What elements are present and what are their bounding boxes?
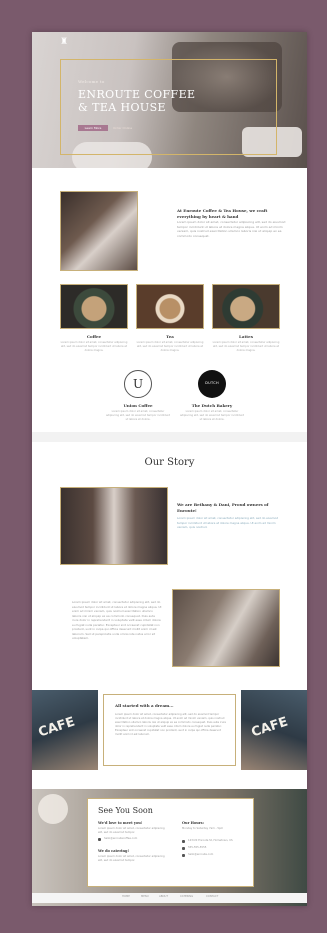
nav-home[interactable]: HOME (122, 895, 130, 898)
intro-image (60, 191, 138, 271)
story-text-2: Lorem ipsum dolor sit amet, consectetur … (72, 600, 162, 640)
product-desc: Lorem ipsum dolor sit amet, consectetur … (212, 341, 280, 352)
nav-contact[interactable]: CONTACT (206, 895, 218, 898)
espresso-photo (172, 589, 280, 667)
nav-about[interactable]: ABOUT (159, 895, 168, 898)
lamp-image (38, 794, 68, 824)
meet-text: Lorem ipsum dolor sit amet, consectetur … (98, 827, 165, 834)
union-logo-letter: U (132, 377, 144, 391)
location-icon (182, 840, 185, 843)
mail-icon (98, 838, 101, 841)
email-link[interactable]: hello@enroutecoffee.com (104, 837, 168, 841)
nav-catering[interactable]: CATERING (180, 895, 193, 898)
cafe-sign-text: CAFE (249, 714, 290, 741)
brand-name: Union Coffee (123, 403, 153, 408)
hero-title: Enroute Coffee & Tea House (78, 88, 196, 114)
brand-desc: Lorem ipsum dolor sit amet, consectetur … (179, 410, 245, 421)
brand-desc: Lorem ipsum dolor sit amet, consectetur … (105, 410, 171, 421)
dream-title: All started with a dream... (115, 703, 174, 708)
phone-icon (182, 847, 185, 850)
story-title: Our Story (144, 457, 195, 468)
phone-text[interactable]: 555-555-5555 (188, 846, 248, 850)
see-you-soon-title: See You Soon (98, 806, 153, 815)
story-heading: We are Bethany & Dani, Proud owners of E… (177, 502, 269, 513)
hero-secondary-link[interactable]: Order Online (113, 125, 132, 131)
product-desc: Lorem ipsum dolor sit amet, consectetur … (136, 341, 204, 352)
product-desc: Lorem ipsum dolor sit amet, consectetur … (60, 341, 128, 352)
product-name: Lattes (239, 334, 253, 339)
product-image-tea[interactable] (136, 284, 204, 329)
hours-text: Monday to Saturday 7am - 5pm (182, 827, 224, 830)
story-text: Lorem ipsum dolor sit amet, consectetur … (177, 516, 279, 529)
nav-menu[interactable]: MENU (141, 895, 149, 898)
dream-text: Lorem ipsum dolor sit amet, consectetur … (115, 713, 226, 736)
site-text[interactable]: hello@enroute.com (188, 853, 248, 857)
dutch-logo-text: DUTCH (205, 381, 219, 385)
catering-heading: We do catering! (98, 849, 130, 853)
cafe-sign-text: CAFE (36, 714, 77, 741)
intro-text: Lorem ipsum dolor sit amet, consectetur … (177, 220, 286, 238)
product-image-lattes[interactable] (212, 284, 280, 329)
brand-name: The Dutch Bakery (191, 403, 233, 408)
hero-eyebrow: Welcome to (78, 79, 105, 84)
section-divider (32, 432, 307, 442)
union-coffee-logo[interactable]: U (124, 370, 152, 398)
product-name: Coffee (86, 334, 102, 339)
product-image-coffee[interactable] (60, 284, 128, 329)
address-text[interactable]: 1234 N Enroute St, Hometown, US (188, 839, 248, 843)
cafe-sign-image-right: CAFE (241, 690, 307, 770)
hours-heading: Our Hours: (182, 821, 204, 825)
web-icon (182, 854, 185, 857)
intro-heading: At Enroute Coffee & Tea House, we craft … (177, 208, 268, 219)
catering-text: Lorem ipsum dolor sit amet, consectetur … (98, 855, 165, 862)
logo-icon[interactable]: ♜ (60, 37, 68, 47)
page: ♜ Welcome to Enroute Coffee & Tea House … (32, 32, 307, 906)
owners-photo (60, 487, 168, 565)
dutch-bakery-logo[interactable]: DUTCH (198, 370, 226, 398)
cafe-sign-image-left: CAFE (32, 690, 98, 770)
product-name: Tea (166, 334, 174, 339)
bottom-nav (32, 893, 307, 903)
hero-cta-button[interactable]: Learn More (78, 125, 108, 131)
meet-heading: We'd love to meet you! (98, 821, 143, 825)
